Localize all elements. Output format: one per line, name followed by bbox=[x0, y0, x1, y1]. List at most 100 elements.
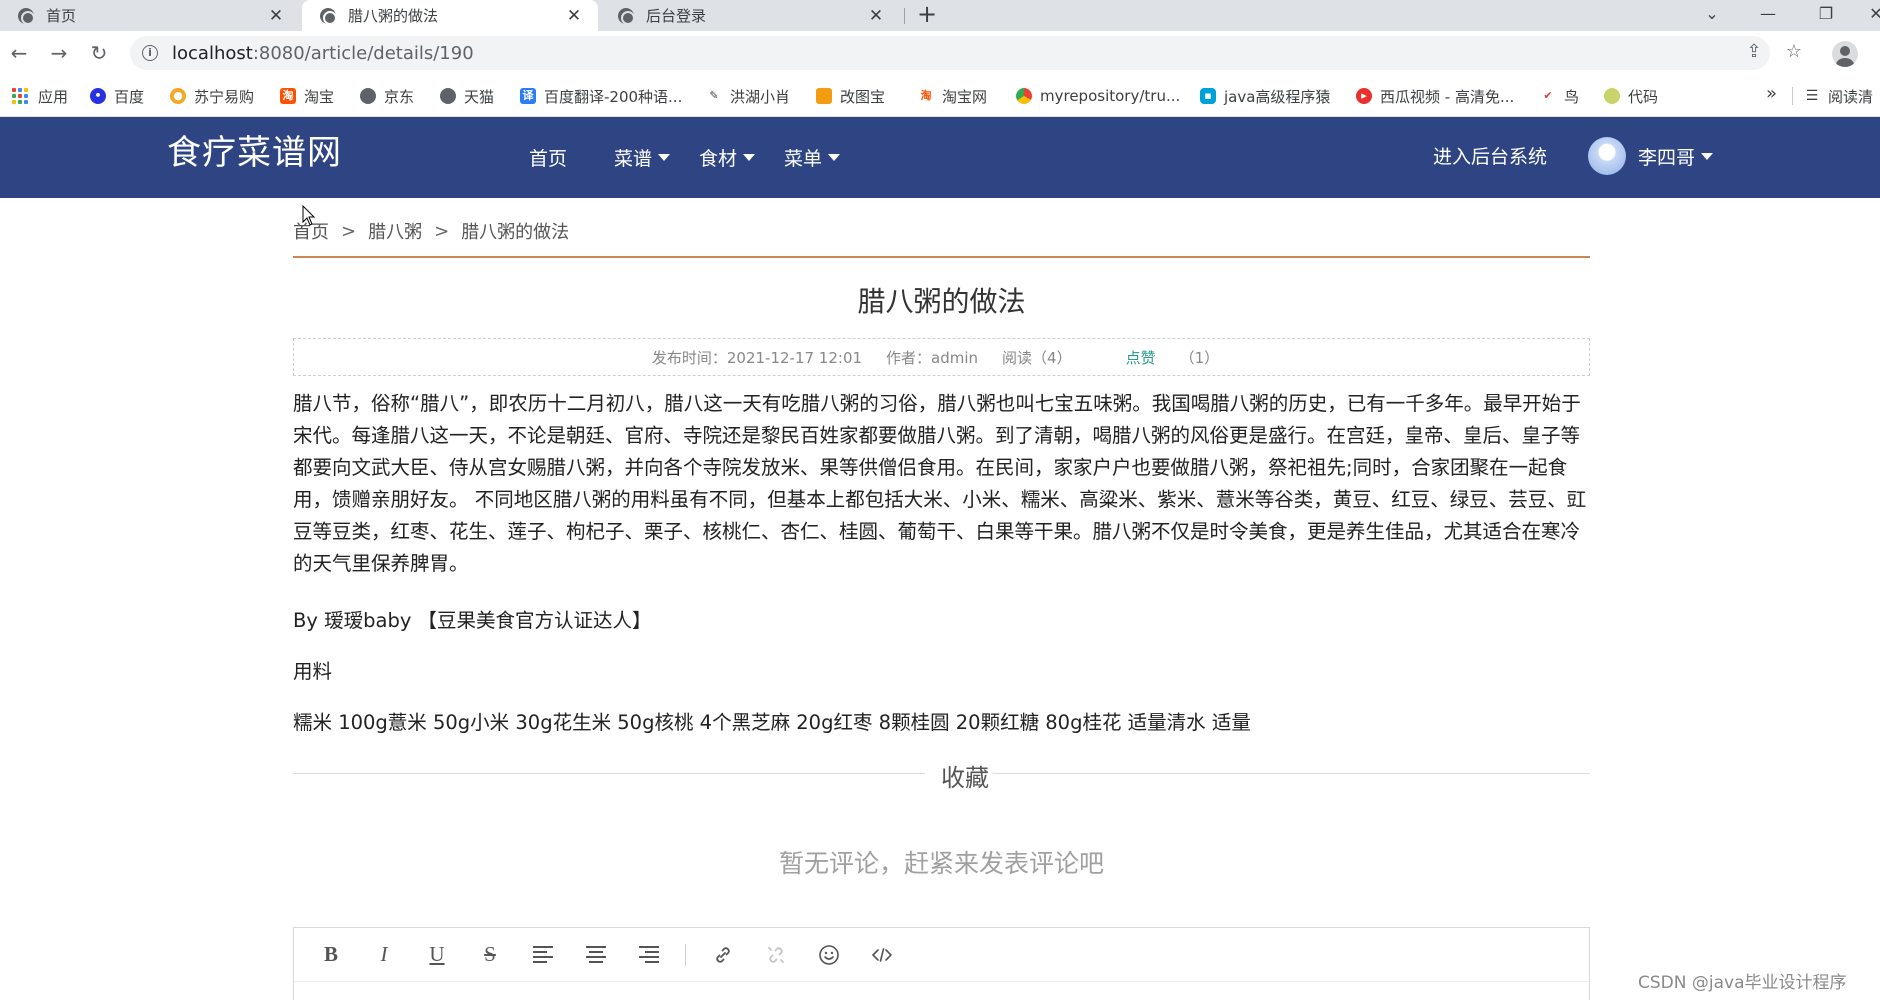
bookmark-jd[interactable]: 京东 bbox=[360, 85, 414, 107]
align-center-icon bbox=[586, 946, 606, 963]
bold-button[interactable]: B bbox=[314, 938, 348, 972]
tab-label: 腊八粥的做法 bbox=[348, 7, 439, 25]
back-arrow-icon[interactable]: ← bbox=[4, 39, 34, 67]
bookmark-myrepository[interactable]: myrepository/tru... bbox=[1016, 85, 1180, 107]
bookmark-gaitubao[interactable]: 改图宝 bbox=[816, 85, 885, 107]
user-menu[interactable]: 李四哥 bbox=[1588, 137, 1714, 175]
emoji-button[interactable] bbox=[812, 938, 846, 972]
close-icon[interactable]: ✕ bbox=[266, 6, 286, 26]
forward-arrow-icon[interactable]: → bbox=[44, 39, 74, 67]
unlink-icon bbox=[768, 946, 784, 963]
bookmarks-bar: 应用 • 百度 ● 苏宁易购 淘 淘宝 京东 天猫 译 百度翻译-200种语..… bbox=[0, 75, 1880, 117]
bookmarks-overflow-icon[interactable]: » bbox=[1766, 83, 1777, 104]
favorite-button[interactable]: 收藏 bbox=[941, 758, 989, 793]
breadcrumb-separator: > bbox=[434, 220, 450, 242]
bookmark-label: 代码 bbox=[1628, 87, 1659, 106]
nav-ingredients[interactable]: 食材 bbox=[699, 144, 756, 171]
align-right-icon bbox=[639, 946, 659, 963]
bookmark-baidu[interactable]: • 百度 bbox=[90, 85, 144, 107]
bookmark-apps[interactable]: 应用 bbox=[12, 85, 68, 107]
close-icon[interactable]: ✕ bbox=[866, 6, 886, 26]
tab-separator bbox=[904, 8, 905, 24]
globe-icon bbox=[440, 88, 456, 104]
breadcrumb-category[interactable]: 腊八粥 bbox=[368, 218, 422, 244]
nav-recipes[interactable]: 菜谱 bbox=[614, 144, 671, 171]
bookmark-xigua[interactable]: ▸ 西瓜视频 - 高清免... bbox=[1356, 85, 1514, 107]
minimize-icon[interactable]: — bbox=[1748, 0, 1788, 31]
view-count: 阅读（4） bbox=[1002, 348, 1072, 367]
bookmark-label: 百度翻译-200种语... bbox=[544, 87, 683, 106]
bookmark-taobao[interactable]: 淘 淘宝 bbox=[280, 85, 334, 107]
article-byline: By 瑷瑷baby 【豆果美食官方认证达人】 bbox=[293, 609, 652, 632]
browser-tab-strip: 首页 ✕ 腊八粥的做法 ✕ 后台登录 ✕ + ⌄ — ❐ ✕ bbox=[0, 0, 1880, 31]
caret-down-icon bbox=[743, 154, 756, 161]
tab-search-chevron-icon[interactable]: ⌄ bbox=[1692, 0, 1732, 31]
align-left-button[interactable] bbox=[526, 938, 560, 972]
like-button[interactable]: 点赞 （1） bbox=[1114, 347, 1232, 368]
xigua-icon: ▸ bbox=[1356, 88, 1372, 104]
close-window-icon[interactable]: ✕ bbox=[1856, 0, 1880, 31]
code-button[interactable] bbox=[865, 938, 899, 972]
nav-label: 食材 bbox=[699, 148, 738, 170]
tab-article-details[interactable]: 腊八粥的做法 ✕ bbox=[302, 0, 598, 31]
bookmark-java-programmer[interactable]: ▪ java高级程序猿 bbox=[1200, 85, 1330, 107]
admin-system-link[interactable]: 进入后台系统 bbox=[1433, 142, 1547, 169]
divider-line bbox=[293, 773, 925, 774]
bookmark-suning[interactable]: ● 苏宁易购 bbox=[170, 85, 254, 107]
bookmark-honghu[interactable]: ✎ 洪湖小肖 bbox=[706, 85, 790, 107]
breadcrumb-separator: > bbox=[341, 220, 357, 242]
align-center-button[interactable] bbox=[579, 938, 613, 972]
taobao-icon: 淘 bbox=[920, 89, 932, 102]
bookmark-bird[interactable]: ✔ 鸟 bbox=[1540, 85, 1579, 107]
breadcrumb-current: 腊八粥的做法 bbox=[461, 222, 570, 243]
globe-icon bbox=[618, 7, 635, 25]
bookmark-label: 改图宝 bbox=[840, 87, 886, 106]
article-body: 腊八节，俗称“腊八”，即农历十二月初八，腊八这一天有吃腊八粥的习俗，腊八粥也叫七… bbox=[293, 392, 1587, 575]
globe-icon bbox=[18, 7, 35, 25]
site-logo[interactable]: 食疗菜谱网 bbox=[167, 125, 342, 174]
bookmark-tmall[interactable]: 天猫 bbox=[440, 85, 494, 107]
close-icon[interactable]: ✕ bbox=[564, 6, 584, 26]
restore-icon[interactable]: ❐ bbox=[1806, 0, 1846, 31]
article-meta: 发布时间：2021-12-17 12:01 作者：admin 阅读（4） 点赞 （… bbox=[293, 338, 1590, 376]
italic-button[interactable]: I bbox=[367, 938, 401, 972]
tab-home[interactable]: 首页 ✕ bbox=[0, 0, 300, 31]
link-icon bbox=[716, 946, 730, 963]
link-button[interactable] bbox=[706, 938, 740, 972]
reading-list[interactable]: ☰ 阅读清 bbox=[1804, 85, 1873, 107]
omnibox[interactable]: i localhost:8080/article/details/190 bbox=[130, 36, 1770, 70]
align-right-button[interactable] bbox=[632, 938, 666, 972]
user-name: 李四哥 bbox=[1638, 146, 1696, 169]
nav-menus[interactable]: 菜单 bbox=[784, 144, 841, 171]
share-icon[interactable]: ⇪ bbox=[1742, 41, 1766, 62]
bookmark-taobao-net[interactable]: 淘 淘宝网 bbox=[918, 85, 988, 107]
bookmark-baidu-translate[interactable]: 译 百度翻译-200种语... bbox=[520, 85, 682, 107]
like-count: （1） bbox=[1179, 348, 1220, 367]
bookmark-star-icon[interactable]: ☆ bbox=[1782, 41, 1806, 62]
address-toolbar: ← → ↻ i localhost:8080/article/details/1… bbox=[0, 31, 1880, 75]
underline-button[interactable]: U bbox=[420, 938, 454, 972]
bookmarks-divider bbox=[1792, 87, 1793, 105]
new-tab-button[interactable]: + bbox=[912, 0, 942, 31]
nav-home[interactable]: 首页 bbox=[529, 144, 567, 171]
ingredients-list: 糯米 100g薏米 50g小米 30g花生米 50g核桃 4个黑芝麻 20g红枣… bbox=[293, 711, 1251, 734]
smiley-icon bbox=[819, 944, 839, 965]
info-icon[interactable]: i bbox=[142, 45, 158, 61]
nav-label: 菜单 bbox=[784, 148, 823, 170]
unlink-button[interactable] bbox=[759, 938, 793, 972]
bookmark-code[interactable]: 代码 bbox=[1604, 85, 1658, 107]
bookmark-label: 京东 bbox=[384, 87, 415, 106]
tab-admin-login[interactable]: 后台登录 ✕ bbox=[600, 0, 900, 31]
profile-avatar-icon[interactable] bbox=[1832, 41, 1858, 67]
reload-icon[interactable]: ↻ bbox=[84, 39, 114, 67]
editor-toolbar: B I U S bbox=[294, 928, 1589, 982]
chrome-icon bbox=[1016, 88, 1032, 104]
url-text[interactable]: localhost:8080/article/details/190 bbox=[172, 43, 474, 64]
csdn-watermark: CSDN @java毕业设计程序 bbox=[1638, 973, 1847, 993]
bookmark-label: 苏宁易购 bbox=[194, 87, 255, 106]
caret-down-icon bbox=[1701, 152, 1714, 160]
bird-icon: ✔ bbox=[1543, 89, 1553, 102]
breadcrumb: 首页 > 腊八粥 > 腊八粥的做法 bbox=[293, 218, 569, 244]
strikethrough-button[interactable]: S bbox=[473, 938, 507, 972]
suning-icon: ● bbox=[170, 88, 186, 104]
